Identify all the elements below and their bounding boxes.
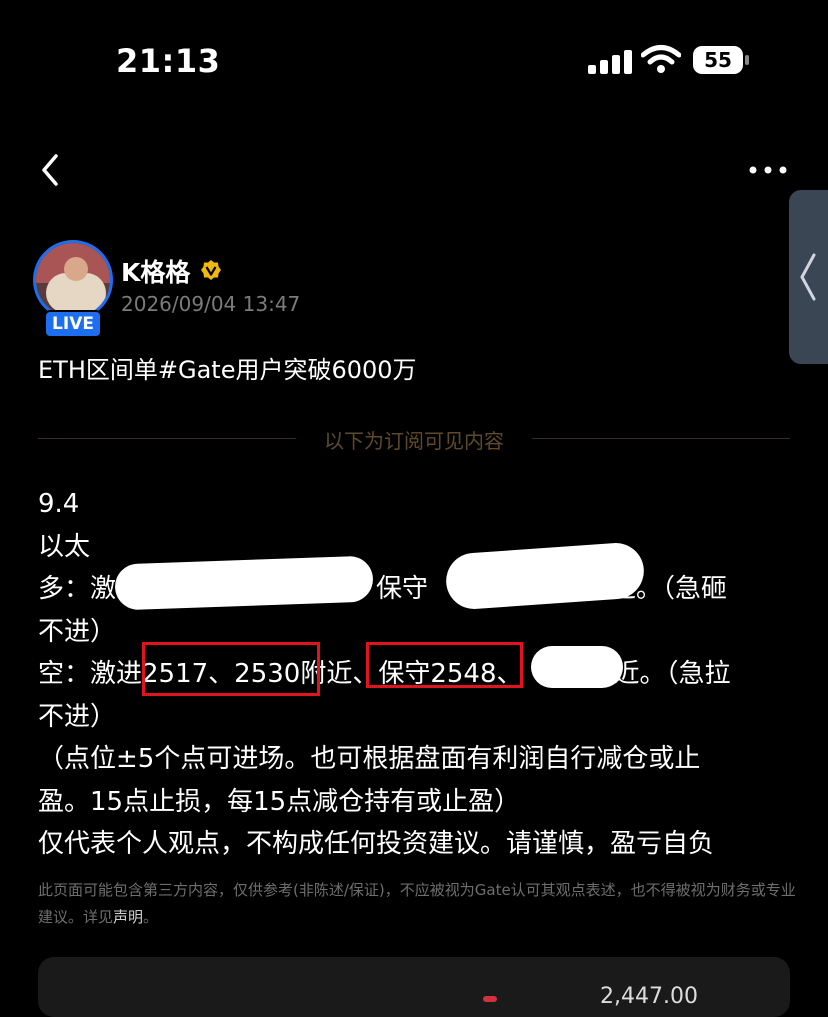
status-bar: 21:13 55 xyxy=(0,0,828,120)
price-value: 2,447.00 xyxy=(600,984,698,1009)
live-badge[interactable]: LIVE xyxy=(44,310,102,338)
content-line: 以太 xyxy=(38,531,91,562)
side-drawer-tab[interactable] xyxy=(789,190,828,364)
content-line: 盈。15点止损，每15点减仓持有或止盈） xyxy=(38,786,521,817)
content-line: 不进） xyxy=(38,701,117,732)
redaction-mark xyxy=(531,646,623,688)
cellular-signal-icon xyxy=(588,50,632,74)
post-timestamp: 2026/09/04 13:47 xyxy=(121,292,301,316)
author-name[interactable]: K格格 xyxy=(121,253,190,289)
content-line: （点位±5个点可进场。也可根据盘面有利润自行减仓或止 xyxy=(38,744,701,774)
content-line: 仅代表个人观点，不构成任何投资建议。请谨慎，盈亏自负 xyxy=(38,829,715,859)
redaction-mark xyxy=(114,555,374,611)
statement-link[interactable]: 声明 xyxy=(113,908,143,926)
back-chevron-icon[interactable] xyxy=(34,150,68,190)
battery-tip xyxy=(745,55,749,65)
disclaimer-end: 。 xyxy=(143,908,159,926)
highlight-box xyxy=(366,642,523,688)
more-options-icon[interactable] xyxy=(748,158,788,182)
author-avatar[interactable] xyxy=(33,240,113,320)
highlight-box xyxy=(142,642,320,696)
status-time: 21:13 xyxy=(116,42,221,80)
battery-icon: 55 xyxy=(693,46,743,74)
trend-mark xyxy=(483,996,497,1002)
wifi-icon xyxy=(641,45,681,73)
third-party-disclaimer: 此页面可能包含第三方内容，仅供参考(非陈述/保证)，不应被视为Gate认可其观点… xyxy=(38,877,798,931)
verified-badge-icon xyxy=(201,260,221,280)
chevron-left-icon xyxy=(800,253,816,301)
content-line: 9.4 xyxy=(38,489,80,519)
post-title: ETH区间单#Gate用户突破6000万 xyxy=(38,356,417,384)
subscribe-divider-label: 以下为订阅可见内容 xyxy=(324,429,504,453)
divider-line-right xyxy=(532,438,790,439)
